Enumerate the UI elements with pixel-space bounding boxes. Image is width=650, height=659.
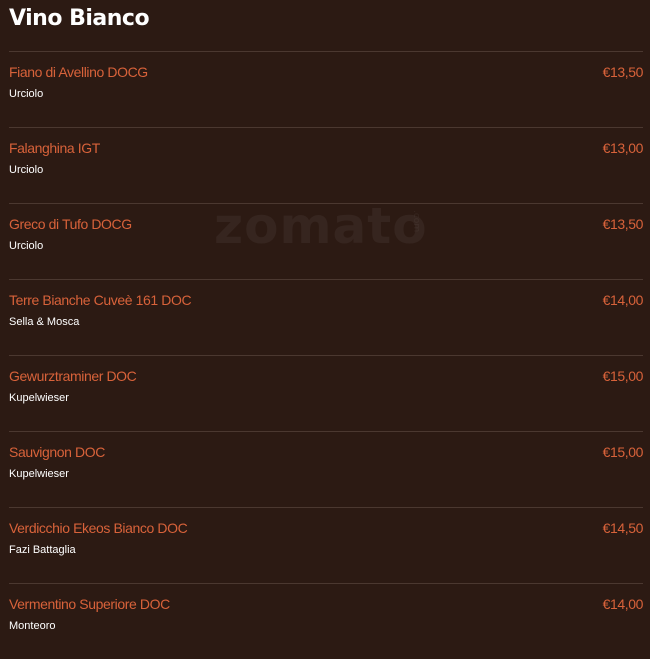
list-item: Gewurztraminer DOC €15,00 Kupelwieser	[9, 355, 643, 431]
wine-producer: Urciolo	[9, 88, 44, 100]
wine-list: Fiano di Avellino DOCG €13,50 Urciolo Fa…	[9, 51, 643, 659]
wine-name: Sauvignon DOC	[9, 444, 105, 460]
wine-name: Greco di Tufo DOCG	[9, 216, 132, 232]
list-item: Terre Bianche Cuveè 161 DOC €14,00 Sella…	[9, 279, 643, 355]
list-item: Vermentino Superiore DOC €14,00 Monteoro	[9, 583, 643, 659]
wine-name: Fiano di Avellino DOCG	[9, 64, 148, 80]
wine-name: Vermentino Superiore DOC	[9, 596, 170, 612]
wine-producer: Urciolo	[9, 164, 44, 176]
wine-producer: Monteoro	[9, 620, 56, 632]
list-item: Falanghina IGT €13,00 Urciolo	[9, 127, 643, 203]
list-item: Verdicchio Ekeos Bianco DOC €14,50 Fazi …	[9, 507, 643, 583]
wine-price: €14,50	[602, 520, 644, 536]
list-item: Greco di Tufo DOCG €13,50 Urciolo	[9, 203, 643, 279]
wine-price: €14,00	[602, 292, 644, 308]
list-item: Sauvignon DOC €15,00 Kupelwieser	[9, 431, 643, 507]
menu-page: Vino Bianco zomato .com Fiano di Avellin…	[0, 0, 650, 637]
wine-price: €15,00	[602, 368, 644, 384]
wine-name: Terre Bianche Cuveè 161 DOC	[9, 292, 192, 308]
wine-price: €13,00	[602, 140, 644, 156]
section-title: Vino Bianco	[9, 6, 150, 31]
wine-producer: Fazi Battaglia	[9, 544, 76, 556]
wine-producer: Kupelwieser	[9, 392, 69, 404]
list-item: Fiano di Avellino DOCG €13,50 Urciolo	[9, 51, 643, 127]
wine-name: Falanghina IGT	[9, 140, 100, 156]
wine-price: €14,00	[602, 596, 644, 612]
wine-name: Verdicchio Ekeos Bianco DOC	[9, 520, 188, 536]
wine-producer: Urciolo	[9, 240, 44, 252]
wine-producer: Kupelwieser	[9, 468, 69, 480]
wine-price: €13,50	[602, 216, 644, 232]
wine-price: €15,00	[602, 444, 644, 460]
wine-name: Gewurztraminer DOC	[9, 368, 137, 384]
wine-producer: Sella & Mosca	[9, 316, 80, 328]
wine-price: €13,50	[602, 64, 644, 80]
